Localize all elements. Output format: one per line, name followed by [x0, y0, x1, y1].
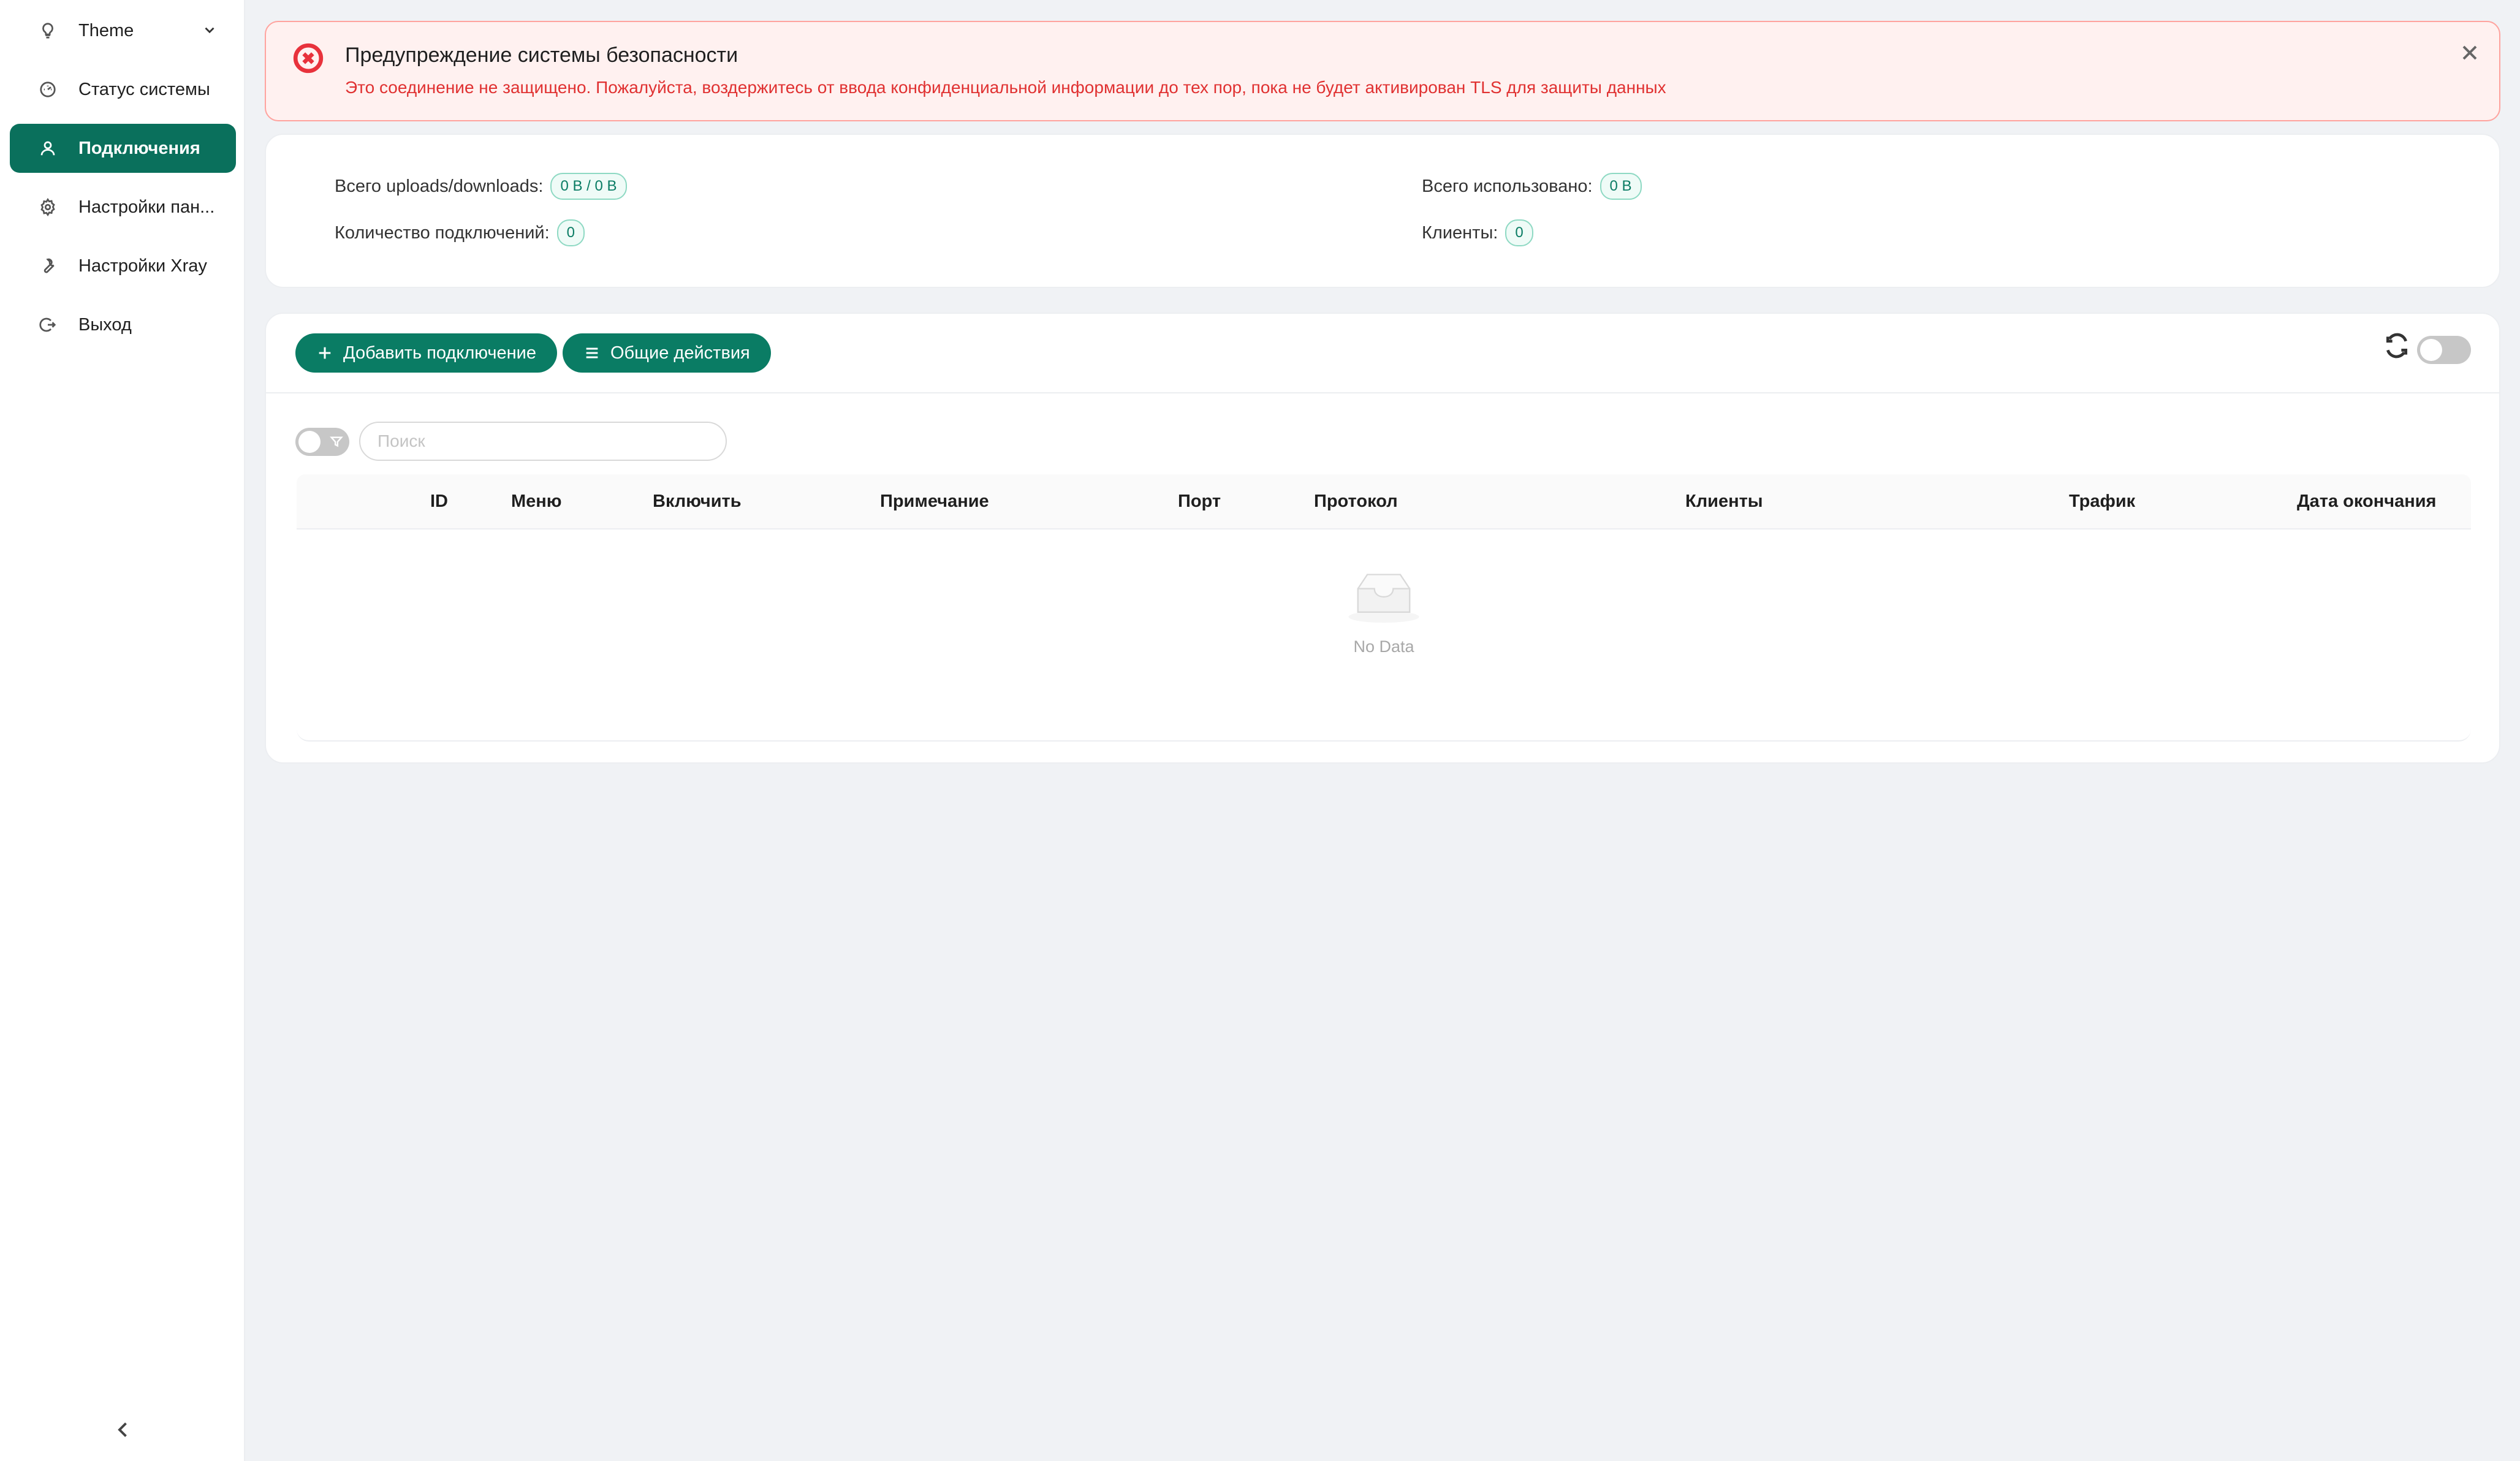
sidebar-item-connections[interactable]: Подключения [10, 124, 236, 173]
stat-value-tag: 0 B [1600, 173, 1642, 200]
stat-connections-count: Количество подключений: 0 [335, 219, 585, 246]
card-toolbar: Добавить подключение Общие действия [266, 314, 2499, 393]
filter-toggle[interactable] [295, 428, 349, 456]
close-icon[interactable] [2457, 40, 2482, 65]
column-header-protocol[interactable]: Протокол [1314, 491, 1398, 512]
stats-card: Всего uploads/downloads: 0 B / 0 B Всего… [265, 134, 2500, 288]
stat-clients: Клиенты: 0 [1422, 219, 1533, 246]
tool-icon [38, 256, 58, 276]
column-header-enable[interactable]: Включить [653, 491, 742, 512]
table-empty-state: No Data [297, 529, 2471, 742]
button-label: Общие действия [610, 343, 750, 363]
table-header: ID Меню Включить Примечание Порт Протоко… [297, 474, 2471, 529]
stat-label: Всего использовано: [1422, 176, 1593, 196]
stat-value-tag: 0 [556, 219, 585, 246]
sidebar-item-xray-settings[interactable]: Настройки Xray [10, 241, 236, 290]
inbounds-table: ID Меню Включить Примечание Порт Протоко… [297, 474, 2471, 742]
empty-text: No Data [1353, 637, 1414, 656]
sidebar-item-label: Theme [78, 20, 134, 40]
general-actions-button[interactable]: Общие действия [563, 333, 771, 373]
plus-icon [316, 344, 333, 362]
sidebar-item-panel-settings[interactable]: Настройки пан... [10, 183, 236, 232]
dashboard-icon [38, 80, 58, 99]
alert-description: Это соединение не защищено. Пожалуйста, … [345, 78, 1666, 97]
toggle-knob [2420, 339, 2442, 361]
sidebar-item-theme[interactable]: Theme [10, 6, 236, 55]
bulb-icon [38, 21, 58, 40]
stat-label: Количество подключений: [335, 222, 550, 243]
stat-label: Клиенты: [1422, 222, 1498, 243]
alert-title: Предупреждение системы безопасности [345, 44, 738, 67]
security-alert: Предупреждение системы безопасности Это … [265, 21, 2500, 121]
app-root: Theme Статус системы Подключения Настрой… [0, 0, 2520, 1461]
column-header-clients[interactable]: Клиенты [1685, 491, 1763, 512]
inbounds-card: Добавить подключение Общие действия Поис… [265, 313, 2500, 764]
stat-total-updown: Всего uploads/downloads: 0 B / 0 B [335, 173, 627, 200]
user-icon [38, 139, 58, 158]
add-connection-button[interactable]: Добавить подключение [295, 333, 557, 373]
sidebar: Theme Статус системы Подключения Настрой… [0, 0, 245, 1461]
menu-icon [583, 344, 601, 362]
collapse-sidebar-icon[interactable] [112, 1419, 134, 1441]
sidebar-item-system-status[interactable]: Статус системы [10, 65, 236, 114]
sidebar-item-label: Настройки пан... [78, 197, 215, 217]
refresh-icon[interactable] [2383, 332, 2410, 359]
stat-value-tag: 0 B / 0 B [550, 173, 627, 200]
column-header-traffic[interactable]: Трафик [2069, 491, 2135, 512]
sidebar-item-label: Выход [78, 314, 132, 335]
gear-icon [38, 197, 58, 217]
chevron-down-icon [202, 22, 218, 38]
column-header-expiry-date[interactable]: Дата окончания [2297, 491, 2436, 512]
sidebar-item-label: Настройки Xray [78, 256, 207, 276]
error-circle-icon [293, 43, 324, 74]
button-label: Добавить подключение [343, 343, 536, 363]
toggle-knob [298, 431, 321, 453]
stat-label: Всего uploads/downloads: [335, 176, 544, 196]
column-header-port[interactable]: Порт [1178, 491, 1221, 512]
logout-icon [38, 315, 58, 335]
sidebar-item-logout[interactable]: Выход [10, 300, 236, 349]
auto-refresh-toggle[interactable] [2417, 336, 2471, 364]
column-header-menu[interactable]: Меню [511, 491, 562, 512]
stat-value-tag: 0 [1505, 219, 1533, 246]
empty-inbox-icon [1346, 567, 1422, 624]
column-header-id[interactable]: ID [430, 491, 448, 512]
stat-total-used: Всего использовано: 0 B [1422, 173, 1642, 200]
sidebar-item-label: Статус системы [78, 79, 210, 99]
column-header-remark[interactable]: Примечание [880, 491, 989, 512]
filter-icon [330, 435, 343, 449]
search-input[interactable] [359, 422, 727, 461]
sidebar-item-label: Подключения [78, 138, 200, 158]
